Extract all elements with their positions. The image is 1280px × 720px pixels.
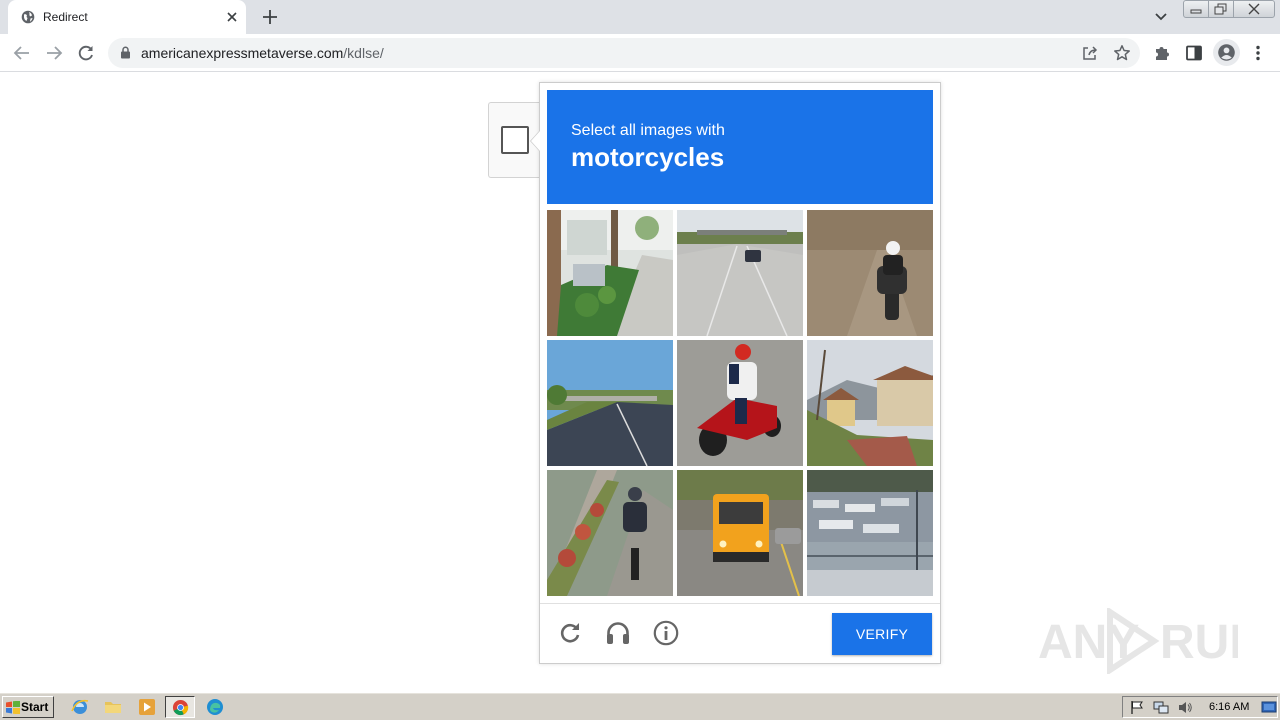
image-tile-3[interactable] xyxy=(807,210,933,336)
extensions-puzzle-icon[interactable] xyxy=(1152,43,1172,63)
refresh-icon[interactable] xyxy=(557,620,583,646)
image-tile-8[interactable] xyxy=(677,470,803,596)
panel-pointer-inner xyxy=(531,131,540,151)
restore-button[interactable] xyxy=(1208,0,1234,18)
browser-toolbar: americanexpressmetaverse.com/kdlse/ xyxy=(0,34,1280,72)
image-tile-9[interactable] xyxy=(807,470,933,596)
avatar-icon xyxy=(1218,44,1235,61)
windows-taskbar: Start 6:16 AM xyxy=(0,692,1280,720)
folder-icon[interactable] xyxy=(104,698,122,716)
tab-title: Redirect xyxy=(43,10,88,24)
image-tile-1[interactable] xyxy=(547,210,673,336)
side-panel-icon[interactable] xyxy=(1184,43,1204,63)
minimize-icon xyxy=(1190,9,1202,14)
minimize-button[interactable] xyxy=(1183,0,1209,18)
close-icon[interactable] xyxy=(224,9,240,25)
share-icon[interactable] xyxy=(1081,44,1099,62)
headphones-audio-icon[interactable] xyxy=(605,620,631,646)
network-icon[interactable] xyxy=(1153,700,1169,715)
verify-button[interactable]: VERIFY xyxy=(832,613,932,655)
url-text[interactable]: americanexpressmetaverse.com/kdlse/ xyxy=(141,45,384,61)
houses-image xyxy=(807,340,933,466)
profile-avatar[interactable] xyxy=(1213,39,1240,66)
highway-image xyxy=(677,210,803,336)
media-player-icon[interactable] xyxy=(138,698,156,716)
restore-icon xyxy=(1214,3,1227,15)
image-grid xyxy=(547,210,933,596)
windows-flag-icon xyxy=(6,701,20,714)
new-tab-icon[interactable] xyxy=(261,8,279,26)
watermark-word-run: RUN xyxy=(1160,616,1238,669)
info-icon[interactable] xyxy=(653,620,679,646)
edge-icon[interactable] xyxy=(206,698,224,716)
start-label: Start xyxy=(21,700,49,714)
forward-arrow-icon[interactable] xyxy=(44,43,64,63)
street-image xyxy=(547,210,673,336)
chrome-taskbar-button[interactable] xyxy=(165,696,195,718)
image-tile-4[interactable] xyxy=(547,340,673,466)
prompt-target: motorcycles xyxy=(571,142,725,172)
window-close-button[interactable] xyxy=(1233,0,1275,18)
url-path: /kdlse/ xyxy=(343,45,384,61)
close-window-icon xyxy=(1248,3,1260,15)
footer-divider xyxy=(540,603,940,604)
bookmark-star-icon[interactable] xyxy=(1113,44,1131,62)
captcha-checkbox[interactable] xyxy=(501,126,529,154)
chrome-icon xyxy=(172,699,189,716)
lock-icon[interactable] xyxy=(120,46,131,59)
image-tile-7[interactable] xyxy=(547,470,673,596)
back-arrow-icon[interactable] xyxy=(12,43,32,63)
system-tray: 6:16 AM xyxy=(1122,696,1278,718)
bus-image xyxy=(677,470,803,596)
motorcycle-image xyxy=(807,210,933,336)
motorcycle-image xyxy=(677,340,803,466)
globe-icon xyxy=(21,10,35,24)
tab-strip: Redirect xyxy=(0,0,1280,34)
challenge-prompt: Select all images with motorcycles xyxy=(547,90,933,204)
show-desktop-icon[interactable] xyxy=(1261,700,1277,715)
start-button[interactable]: Start xyxy=(2,696,54,718)
reload-icon[interactable] xyxy=(76,43,96,63)
kebab-menu-icon[interactable] xyxy=(1248,43,1268,63)
motorcycle-image xyxy=(547,470,673,596)
prompt-instruction: Select all images with xyxy=(571,122,725,139)
action-center-flag-icon[interactable] xyxy=(1129,700,1145,715)
url-host: americanexpressmetaverse.com xyxy=(141,45,344,61)
marina-image xyxy=(807,470,933,596)
anyrun-watermark-logo: ANY RUN xyxy=(1038,608,1238,674)
image-tile-5[interactable] xyxy=(677,340,803,466)
volume-icon[interactable] xyxy=(1177,700,1193,715)
browser-tab[interactable]: Redirect xyxy=(8,0,246,34)
chevron-down-icon[interactable] xyxy=(1152,9,1170,25)
captcha-challenge-panel: Select all images with motorcycles VERIF… xyxy=(539,82,941,664)
internet-explorer-icon[interactable] xyxy=(71,698,89,716)
address-bar[interactable]: americanexpressmetaverse.com/kdlse/ xyxy=(108,38,1140,68)
image-tile-2[interactable] xyxy=(677,210,803,336)
image-tile-6[interactable] xyxy=(807,340,933,466)
clock: 6:16 AM xyxy=(1209,701,1250,713)
highway-image xyxy=(547,340,673,466)
